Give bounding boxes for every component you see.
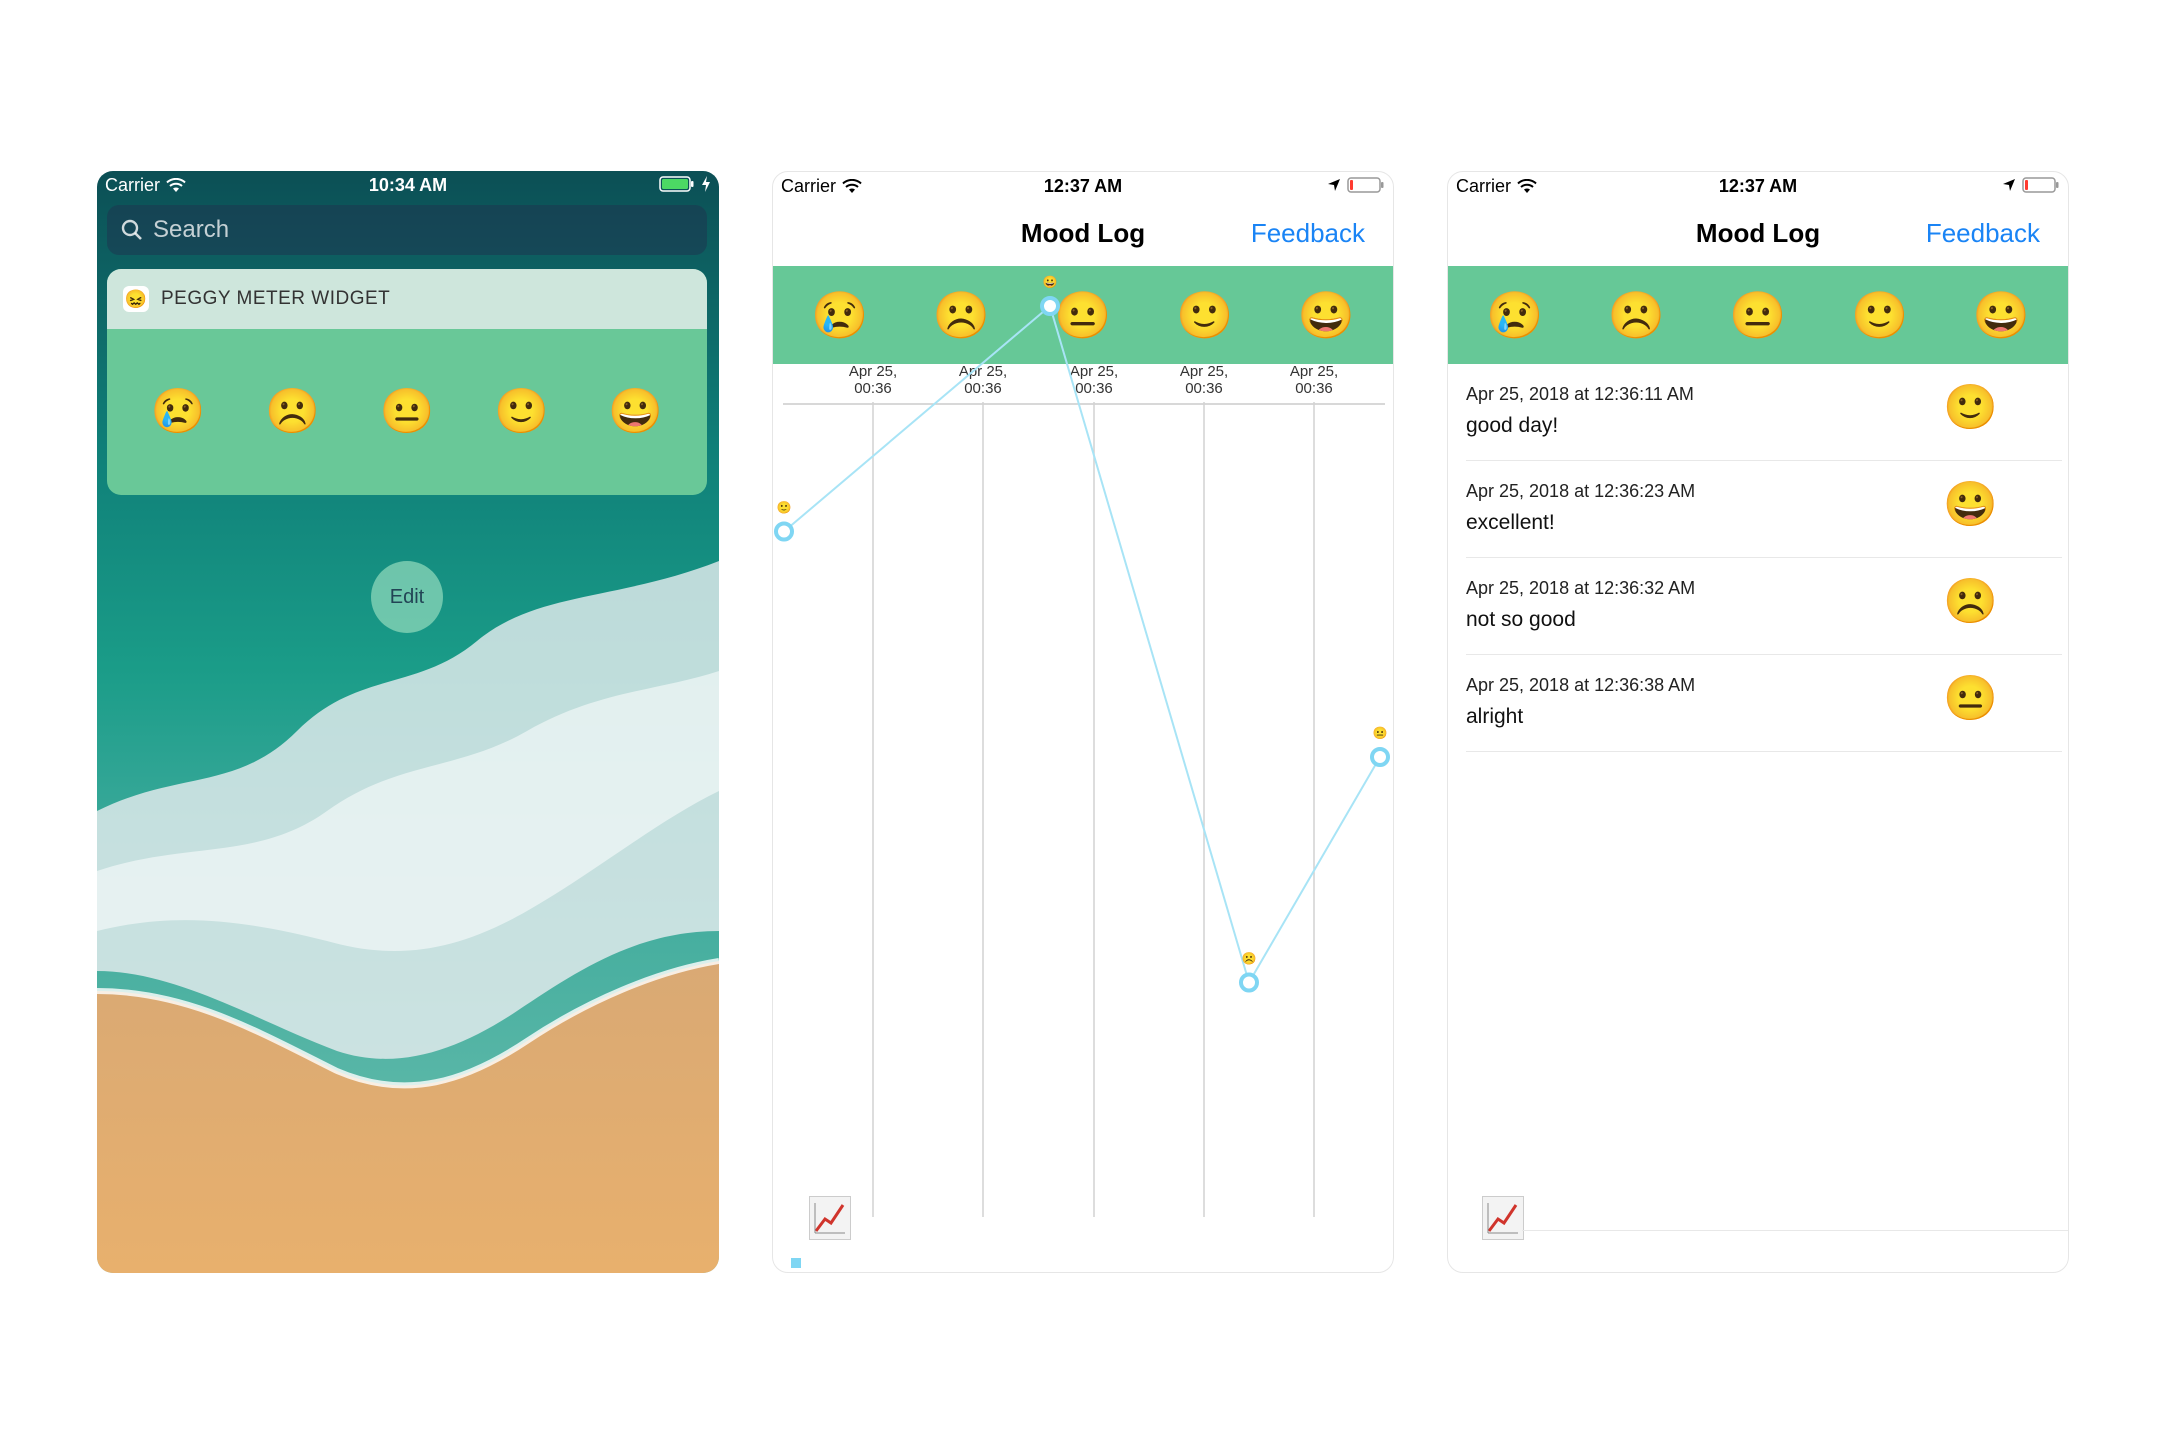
status-time: 12:37 AM: [1718, 176, 1798, 196]
entry-date: Apr 25, 2018 at 12:36:11 AM: [1466, 384, 1694, 404]
mood-crying-button[interactable]: 😢: [1486, 292, 1543, 338]
mood-line-chart: Apr 25,00:36Apr 25,00:36Apr 25,00:36Apr …: [774, 275, 1390, 1217]
data-point-emoji: 🙂: [777, 501, 792, 515]
search-placeholder: Search: [153, 216, 230, 243]
battery-icon: [2022, 177, 2059, 193]
mood-neutral-button[interactable]: 😐: [380, 390, 435, 434]
search-field[interactable]: Search: [107, 205, 707, 255]
data-point: [1370, 747, 1390, 767]
mood-neutral-button[interactable]: 😐: [1729, 292, 1786, 338]
log-entry[interactable]: Apr 25, 2018 at 12:36:11 AM good day! 🙂: [1466, 364, 2062, 461]
entry-note: alright: [1466, 705, 1524, 728]
mood-grin-button[interactable]: 😀: [1973, 292, 2030, 338]
log-entry[interactable]: Apr 25, 2018 at 12:36:38 AM alright 😐: [1466, 655, 2062, 752]
feedback-button[interactable]: Feedback: [1926, 218, 2040, 249]
nav-bar: Mood Log Feedback: [1448, 206, 2068, 262]
widget-title: PEGGY METER WIDGET: [161, 288, 391, 309]
entry-mood-emoji: 😐: [1943, 674, 1998, 723]
location-icon: [2003, 179, 2015, 191]
data-point: [1040, 296, 1060, 316]
x-tick-label: 00:36: [854, 380, 892, 397]
entry-mood-emoji: ☹️: [1943, 577, 1998, 626]
search-icon: [121, 219, 142, 240]
widget-mood-row: 😢 ☹️ 😐 🙂 😀: [107, 329, 707, 495]
x-tick-label: Apr 25,: [1180, 363, 1228, 380]
legend-marker: [791, 1258, 801, 1268]
entry-note: good day!: [1466, 414, 1559, 437]
edit-button[interactable]: Edit: [371, 561, 443, 633]
mood-crying-button[interactable]: 😢: [151, 390, 206, 434]
chart-toggle-button[interactable]: [809, 1196, 851, 1240]
status-bar: Carrier 12:37 AM: [1448, 172, 2068, 202]
status-bar: Carrier 10:34 AM: [97, 171, 719, 201]
app-icon: 😖: [123, 286, 149, 312]
mood-grin-button[interactable]: 😀: [608, 390, 663, 434]
widget-header[interactable]: 😖 PEGGY METER WIDGET: [107, 269, 707, 329]
entry-mood-emoji: 😀: [1943, 480, 1998, 529]
chart-toggle-button[interactable]: [1482, 1196, 1524, 1240]
x-tick-label: Apr 25,: [849, 363, 897, 380]
entry-mood-emoji: 🙂: [1943, 383, 1998, 432]
status-time: 10:34 AM: [368, 175, 448, 195]
x-tick-label: Apr 25,: [1290, 363, 1338, 380]
peggy-meter-widget: 😖 PEGGY METER WIDGET 😢 ☹️ 😐 🙂 😀: [107, 269, 707, 495]
data-point: [1239, 972, 1259, 993]
chart-increasing-icon: [1487, 1203, 1518, 1234]
mood-log-list: Apr 25, 2018 at 12:36:11 AM good day! 🙂 …: [1466, 364, 2062, 752]
mood-smile-button[interactable]: 🙂: [494, 390, 549, 434]
battery-group: [659, 176, 711, 192]
x-tick-label: Apr 25,: [1070, 363, 1118, 380]
charging-icon: [702, 176, 710, 192]
mood-chart-screen: Carrier 12:37 AM Mood Log Feedback 😢 ☹️ …: [772, 171, 1394, 1273]
entry-date: Apr 25, 2018 at 12:36:32 AM: [1466, 578, 1696, 598]
entry-date: Apr 25, 2018 at 12:36:23 AM: [1466, 481, 1696, 501]
mood-sad-button[interactable]: ☹️: [1608, 292, 1665, 338]
x-tick-label: 00:36: [1185, 380, 1223, 397]
x-tick-label: 00:36: [1075, 380, 1113, 397]
battery-icon: [659, 176, 694, 192]
data-point: [774, 521, 794, 542]
entry-note: not so good: [1466, 608, 1576, 631]
log-entry[interactable]: Apr 25, 2018 at 12:36:32 AM not so good …: [1466, 558, 2062, 655]
bottom-divider: [1522, 1230, 2068, 1231]
x-tick-label: 00:36: [964, 380, 1002, 397]
mood-sad-button[interactable]: ☹️: [265, 390, 320, 434]
battery-group: [2002, 177, 2060, 193]
data-point-emoji: ☹️: [1242, 952, 1257, 966]
mood-smile-button[interactable]: 🙂: [1851, 292, 1908, 338]
mood-log-screen: Carrier 12:37 AM Mood Log Feedback 😢 ☹️ …: [1447, 171, 2069, 1273]
chart-increasing-icon: [814, 1203, 845, 1234]
log-entry[interactable]: Apr 25, 2018 at 12:36:23 AM excellent! 😀: [1466, 461, 2062, 558]
entry-date: Apr 25, 2018 at 12:36:38 AM: [1466, 675, 1696, 695]
mood-selector-bar: 😢 ☹️ 😐 🙂 😀: [1448, 266, 2068, 364]
data-point-emoji: 😐: [1373, 726, 1388, 740]
data-point-emoji: 😀: [1043, 275, 1058, 289]
x-tick-label: 00:36: [1295, 380, 1333, 397]
entry-note: excellent!: [1466, 511, 1555, 534]
widget-screen: Carrier 10:34 AM Search 😖 PEGGY METER WI…: [97, 171, 719, 1273]
